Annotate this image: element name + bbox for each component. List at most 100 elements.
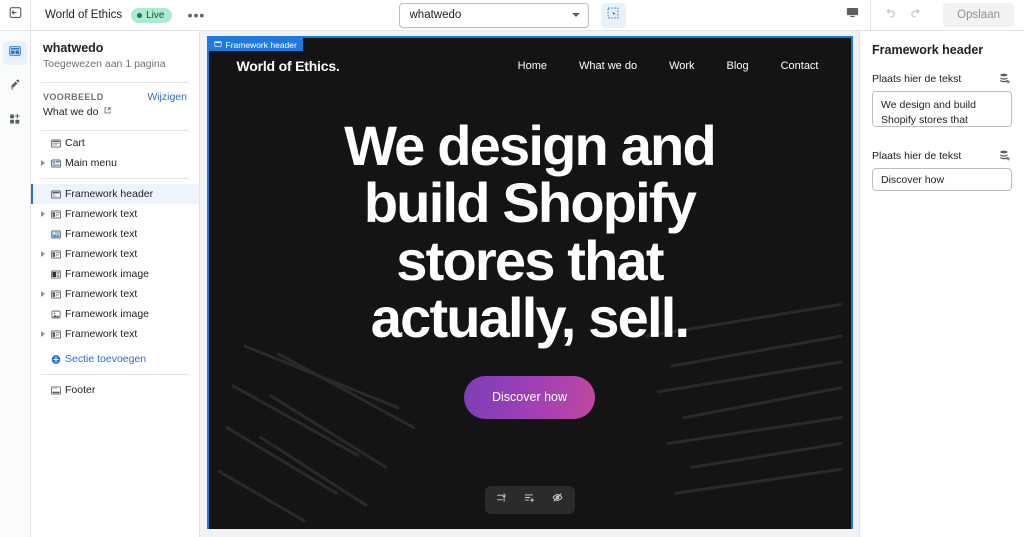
reorder-block-icon — [495, 491, 508, 509]
change-preview-link[interactable]: Wijzigen — [147, 91, 187, 103]
inspector-select-button[interactable] — [600, 2, 626, 28]
expand-arrow-icon[interactable] — [41, 211, 45, 217]
add-block-icon — [523, 491, 536, 509]
hide-block-button[interactable] — [547, 489, 569, 511]
section-text-input[interactable] — [872, 168, 1012, 191]
settings-panel-title: Framework header — [872, 43, 984, 57]
canvas-horizontal-scrollbar[interactable] — [200, 529, 859, 537]
add-block-button[interactable] — [519, 489, 541, 511]
selected-section-frame[interactable]: Framework header World of Ethics. Home W… — [206, 36, 853, 534]
section-tree-item-label: Framework text — [65, 328, 138, 340]
top-bar: World of Ethics Live ••• whatwedo Opslaa… — [0, 0, 1024, 31]
section-tree-item[interactable]: Framework image — [31, 264, 199, 284]
redo-button[interactable] — [903, 2, 929, 28]
page-selector-value: whatwedo — [409, 9, 462, 21]
reorder-block-button[interactable] — [491, 489, 513, 511]
dynamic-source-icon[interactable] — [997, 71, 1012, 86]
site-nav-link[interactable]: Contact — [781, 60, 819, 72]
section-text-textarea[interactable]: We design and build Shopify stores that … — [872, 91, 1012, 127]
save-button[interactable]: Opslaan — [943, 3, 1014, 27]
external-link-icon — [103, 106, 112, 118]
text-section-icon — [49, 248, 62, 261]
block-toolbar — [484, 486, 575, 514]
expand-arrow-icon[interactable] — [41, 291, 45, 297]
text-section-icon — [49, 208, 62, 221]
status-badge: Live — [131, 7, 173, 23]
settings-panel: Framework header Plaats hier de tekst We … — [859, 31, 1024, 537]
section-tag-badge: Framework header — [208, 38, 303, 51]
rail-item-app-blocks[interactable] — [3, 109, 27, 133]
preview-page-row[interactable]: What we do — [43, 106, 187, 118]
preview-page-name: What we do — [43, 106, 99, 118]
section-tree-item[interactable]: Framework text — [31, 324, 199, 344]
more-actions-button[interactable]: ••• — [184, 3, 208, 27]
section-tree-item-label: Main menu — [65, 157, 117, 169]
page-selector[interactable]: whatwedo — [398, 2, 589, 28]
preview-label: VOORBEELD — [43, 92, 104, 102]
hero-heading[interactable]: We design and build Shopify stores that … — [290, 117, 770, 346]
undo-icon — [883, 6, 897, 25]
section-tree-item-label: Framework image — [65, 308, 150, 320]
section-tree-item[interactable]: Main menu — [31, 153, 199, 173]
footer-section-icon — [49, 384, 62, 397]
site-nav-link[interactable]: Home — [518, 60, 547, 72]
add-section-label: Sectie toevoegen — [65, 353, 147, 365]
inspector-select-icon — [606, 6, 620, 25]
hero-cta-button[interactable]: Discover how — [463, 375, 596, 419]
section-tree-item-selected[interactable]: Framework header — [31, 184, 199, 204]
preview-canvas: Framework header World of Ethics. Home W… — [200, 31, 859, 537]
app-blocks-icon — [8, 112, 22, 131]
cart-section-icon — [49, 137, 62, 150]
tree-divider-2 — [41, 374, 189, 375]
exit-editor-button[interactable] — [0, 0, 31, 31]
ellipsis-icon: ••• — [187, 7, 206, 23]
header-section-icon — [213, 40, 222, 50]
section-tree-item[interactable]: Framework text — [31, 244, 199, 264]
site-navigation: World of Ethics. Home What we do Work Blog C… — [209, 38, 851, 94]
text-section-icon — [49, 328, 62, 341]
section-tree-item[interactable]: Framework text — [31, 284, 199, 304]
preview-block: VOORBEELD Wijzigen What we do — [31, 83, 199, 126]
dynamic-source-icon[interactable] — [997, 148, 1012, 163]
template-assignment: Toegewezen aan 1 pagina — [43, 58, 166, 70]
section-tree-item-label: Framework image — [65, 268, 150, 280]
site-nav-link[interactable]: Blog — [727, 60, 749, 72]
section-tree-item[interactable]: Framework text — [31, 224, 199, 244]
picture-section-icon — [49, 308, 62, 321]
site-nav-link[interactable]: Work — [669, 60, 694, 72]
section-tree-item-label: Framework text — [65, 288, 138, 300]
preview-button[interactable] — [834, 0, 870, 31]
sidebar-header: whatwedo Toegewezen aan 1 pagina — [31, 31, 199, 78]
section-tree-item[interactable]: Framework image — [31, 304, 199, 324]
section-tag-label: Framework header — [225, 39, 297, 50]
plus-circle-icon — [49, 353, 62, 366]
theme-settings-icon — [8, 78, 22, 97]
section-tree-item[interactable]: Cart — [31, 133, 199, 153]
site-nav-link[interactable]: What we do — [579, 60, 637, 72]
settings-field: Plaats hier de tekst We design and build … — [872, 71, 1012, 132]
section-tree-item[interactable]: Framework text — [31, 204, 199, 224]
settings-field: Plaats hier de tekst — [872, 148, 1012, 191]
section-tree-item-footer[interactable]: Footer — [31, 380, 199, 400]
status-badge-label: Live — [146, 9, 165, 21]
section-tree-item-label: Framework text — [65, 248, 138, 260]
redo-icon — [909, 6, 923, 25]
add-section-button[interactable]: Sectie toevoegen — [31, 349, 199, 369]
expand-arrow-icon[interactable] — [41, 160, 45, 166]
rail-item-theme-settings[interactable] — [3, 75, 27, 99]
site-brand[interactable]: World of Ethics. — [237, 58, 340, 74]
expand-arrow-icon[interactable] — [41, 331, 45, 337]
left-icon-rail — [0, 31, 31, 537]
rail-item-sections[interactable] — [3, 41, 27, 65]
template-name: whatwedo — [43, 41, 104, 55]
top-bar-left: World of Ethics Live ••• — [0, 0, 208, 31]
chevron-down-icon — [571, 13, 580, 17]
settings-fields: Plaats hier de tekst We design and build … — [872, 71, 1012, 191]
tree-divider — [41, 178, 189, 179]
hide-block-icon — [551, 491, 564, 509]
expand-arrow-icon[interactable] — [41, 251, 45, 257]
sections-sidebar: whatwedo Toegewezen aan 1 pagina VOORBEE… — [31, 31, 200, 537]
settings-field-label: Plaats hier de tekst — [872, 72, 962, 85]
undo-button[interactable] — [877, 2, 903, 28]
settings-field-label: Plaats hier de tekst — [872, 149, 962, 162]
